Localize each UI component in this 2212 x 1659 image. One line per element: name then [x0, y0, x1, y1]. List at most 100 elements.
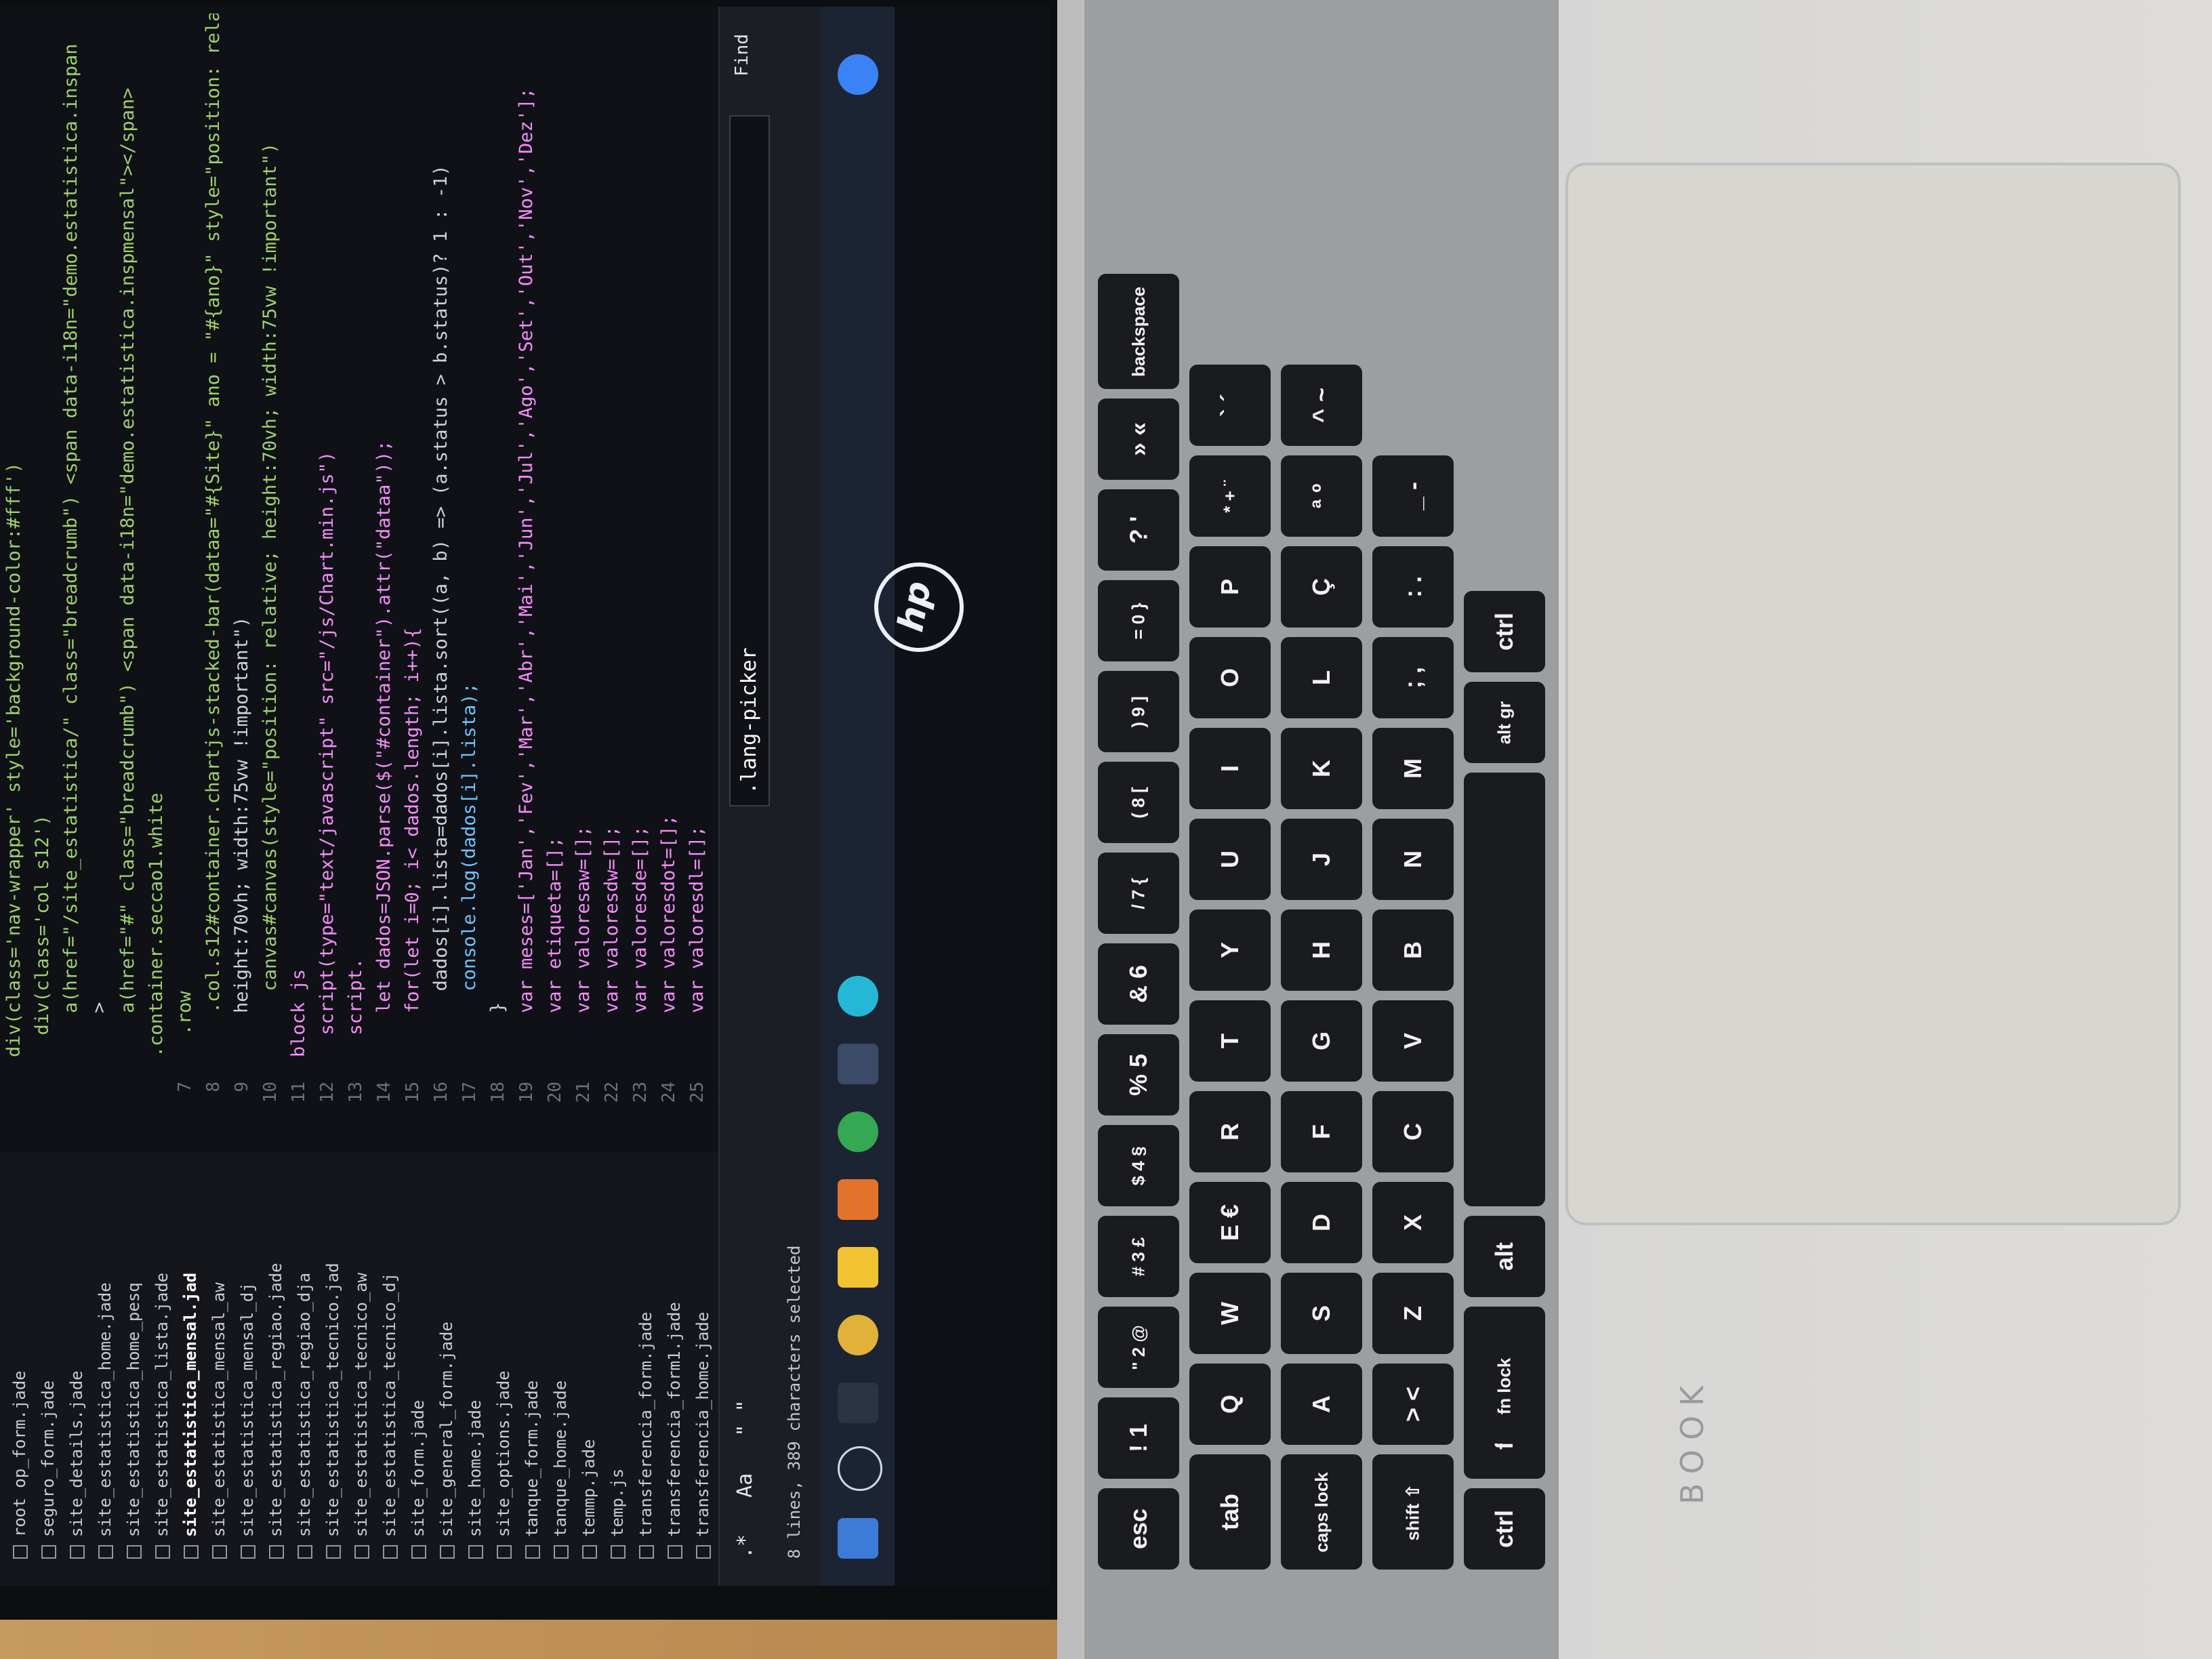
sidebar-file-item[interactable]: site_estatistica_tecnico.jad — [319, 1152, 347, 1586]
sidebar-file-item[interactable]: site_details.jade — [62, 1152, 91, 1586]
keyboard-key[interactable]: R — [1189, 1091, 1271, 1172]
keyboard-key[interactable]: ? ' — [1098, 489, 1179, 571]
keyboard-key[interactable]: O — [1189, 637, 1271, 718]
keyboard-key[interactable]: : . — [1372, 546, 1454, 628]
sidebar-file-item[interactable]: site_estatistica_tecnico_dj — [375, 1152, 404, 1586]
keyboard-key[interactable]: & 6 — [1098, 943, 1179, 1025]
sidebar-file-item[interactable]: temp.js — [603, 1152, 632, 1586]
keyboard-key[interactable]: U — [1189, 819, 1271, 900]
keyboard-key[interactable]: ctrl — [1464, 1488, 1545, 1570]
keyboard-key[interactable]: shift ⇧ — [1372, 1454, 1454, 1570]
keyboard-key[interactable]: J — [1281, 819, 1362, 900]
keyboard-key[interactable]: > < — [1372, 1364, 1454, 1445]
keyboard-key[interactable]: P — [1189, 546, 1271, 628]
keyboard-key[interactable]: backspace — [1098, 274, 1179, 389]
keyboard-key[interactable]: ( 8 [ — [1098, 762, 1179, 843]
keyboard-key[interactable]: caps lock — [1281, 1454, 1362, 1570]
whole-word-toggle[interactable]: " " — [733, 1399, 757, 1436]
keyboard-key[interactable]: G — [1281, 1000, 1362, 1082]
keyboard-key[interactable]: ` ´ — [1189, 365, 1271, 446]
sidebar-file-item[interactable]: site_estatistica_mensal.jad — [176, 1152, 205, 1586]
keyboard-key[interactable]: M — [1372, 728, 1454, 809]
sidebar-file-item[interactable]: root op_form.jade — [5, 1152, 34, 1586]
spacebar-key[interactable] — [1464, 773, 1545, 1206]
keyboard-key[interactable]: alt gr — [1464, 682, 1545, 763]
keyboard-key[interactable]: Q — [1189, 1364, 1271, 1445]
keyboard-key[interactable]: I — [1189, 728, 1271, 809]
keyboard-key[interactable]: Y — [1189, 909, 1271, 991]
fn-lock-key[interactable]: fn lock — [1464, 1328, 1545, 1443]
keyboard-key[interactable]: / 7 { — [1098, 853, 1179, 934]
sidebar-file-item[interactable]: site_options.jade — [489, 1152, 518, 1586]
keyboard-key[interactable]: ª º — [1281, 455, 1362, 537]
keyboard-key[interactable]: K — [1281, 728, 1362, 809]
windows-start-icon[interactable] — [838, 1518, 878, 1559]
find-button[interactable]: Find — [732, 34, 752, 77]
sidebar-file-item[interactable]: site_estatistica_regiao.jade — [262, 1152, 290, 1586]
sidebar-file-item[interactable]: site_estatistica_home.jade — [91, 1152, 119, 1586]
sidebar-file-item[interactable]: site_general_form.jade — [432, 1152, 461, 1586]
keyboard-key[interactable]: D — [1281, 1182, 1362, 1263]
code-editor[interactable]: div(class='nav-wrapper' style='backgroun… — [0, 14, 850, 1057]
keyboard-key[interactable]: S — [1281, 1273, 1362, 1354]
task-view-icon[interactable] — [838, 1382, 878, 1423]
regex-toggle[interactable]: .* — [733, 1534, 757, 1559]
keyboard-key[interactable]: ! 1 — [1098, 1397, 1179, 1479]
touchpad[interactable] — [1565, 163, 2181, 1225]
keyboard-key[interactable]: A — [1281, 1364, 1362, 1445]
sidebar-file-item[interactable]: site_estatistica_regiao_dja — [290, 1152, 319, 1586]
keyboard-key[interactable]: X — [1372, 1182, 1454, 1263]
app-icon-cyan[interactable] — [838, 976, 878, 1017]
keyboard-key[interactable]: ^ ~ — [1281, 365, 1362, 446]
find-input[interactable]: .lang-picker — [729, 115, 770, 806]
search-icon[interactable] — [838, 1446, 882, 1491]
keyboard-key[interactable]: L — [1281, 637, 1362, 718]
keyboard-key[interactable]: = 0 } — [1098, 580, 1179, 661]
keyboard-key[interactable]: % 5 — [1098, 1034, 1179, 1115]
keyboard-key[interactable]: tab — [1189, 1454, 1271, 1570]
keyboard-key[interactable]: V — [1372, 1000, 1454, 1082]
sidebar-file-item[interactable]: site_estatistica_home_pesq — [119, 1152, 148, 1586]
sidebar-file-item[interactable]: site_estatistica_mensal_aw — [205, 1152, 233, 1586]
keyboard-key[interactable]: $ 4 § — [1098, 1125, 1179, 1206]
sidebar-file-item[interactable]: seguro_form.jade — [34, 1152, 62, 1586]
sidebar-file-item[interactable]: site_estatistica_mensal_dj — [233, 1152, 262, 1586]
system-tray-icon[interactable] — [838, 54, 878, 95]
sidebar-file-item[interactable]: tanque_form.jade — [518, 1152, 546, 1586]
keyboard-key[interactable]: * + ¨ — [1189, 455, 1271, 537]
keyboard-key[interactable]: ctrl — [1464, 591, 1545, 672]
app-icon-green[interactable] — [838, 1111, 878, 1152]
terminal-icon[interactable] — [838, 1044, 878, 1084]
keyboard-key[interactable]: _ - — [1372, 455, 1454, 537]
keyboard-key[interactable]: # 3 £ — [1098, 1216, 1179, 1297]
keyboard-key[interactable]: " 2 @ — [1098, 1307, 1179, 1388]
sidebar-file-item[interactable]: temmp.jade — [575, 1152, 603, 1586]
keyboard-key[interactable]: ; , — [1372, 637, 1454, 718]
keyboard-key[interactable]: Z — [1372, 1273, 1454, 1354]
file-explorer-icon[interactable] — [838, 1247, 878, 1288]
sidebar-file-item[interactable]: transferencia_home.jade — [689, 1152, 717, 1586]
keyboard-key[interactable]: B — [1372, 909, 1454, 991]
sidebar-file-item[interactable]: tanque_home.jade — [546, 1152, 575, 1586]
sidebar-file-item[interactable]: site_estatistica_tecnico_aw — [347, 1152, 375, 1586]
keyboard-key[interactable]: » « — [1098, 398, 1179, 480]
keyboard-key[interactable]: T — [1189, 1000, 1271, 1082]
keyboard-key[interactable]: N — [1372, 819, 1454, 900]
keyboard-key[interactable]: F — [1281, 1091, 1362, 1172]
sidebar-file-item[interactable]: transferencia_form1.jade — [660, 1152, 689, 1586]
keyboard-key[interactable]: H — [1281, 909, 1362, 991]
chrome-icon[interactable] — [838, 1315, 878, 1355]
keyboard-key[interactable]: ) 9 ] — [1098, 671, 1179, 752]
keyboard-key[interactable]: E € — [1189, 1182, 1271, 1263]
keyboard-key[interactable]: alt — [1464, 1216, 1545, 1297]
sublime-text-icon[interactable] — [838, 1179, 878, 1220]
keyboard-key[interactable]: Ç — [1281, 546, 1362, 628]
case-toggle[interactable]: Aa — [733, 1473, 757, 1498]
keyboard-key[interactable]: esc — [1098, 1488, 1179, 1570]
keyboard-key[interactable]: W — [1189, 1273, 1271, 1354]
sidebar-file-item[interactable]: site_form.jade — [404, 1152, 432, 1586]
sidebar-file-item[interactable]: transferencia_form.jade — [632, 1152, 660, 1586]
sidebar-file-item[interactable]: site_home.jade — [461, 1152, 489, 1586]
sidebar-file-item[interactable]: site_estatistica_lista.jade — [148, 1152, 176, 1586]
keyboard-key[interactable]: C — [1372, 1091, 1454, 1172]
